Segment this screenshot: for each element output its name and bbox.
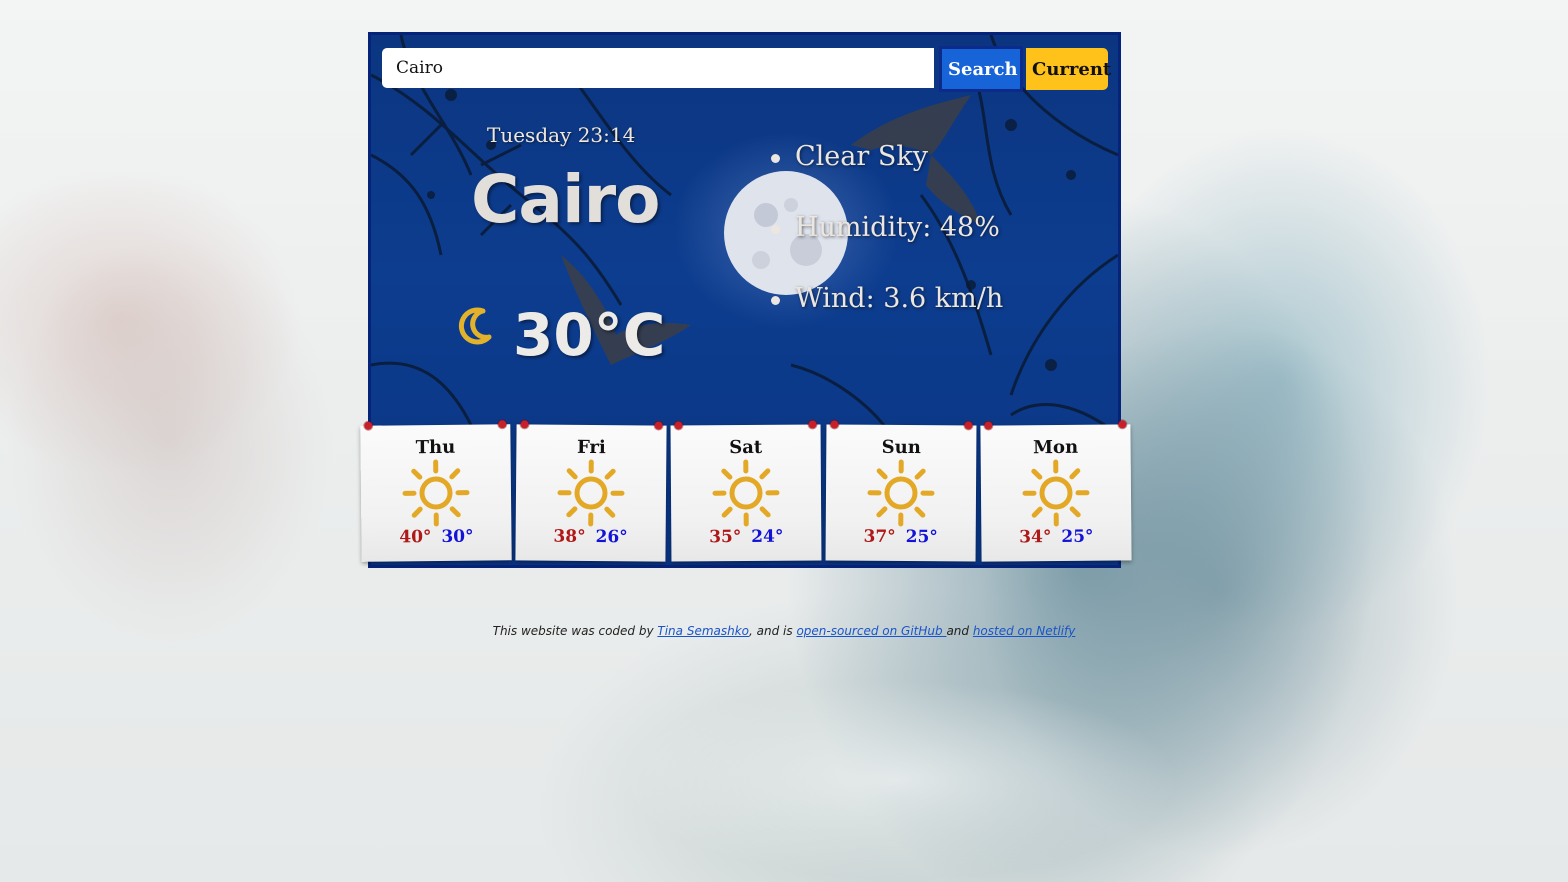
forecast-temps: 35° 24° [671,526,821,548]
forecast-day-card: Mon 34° 25° [980,420,1132,562]
pin-icon [364,421,373,430]
pin-icon [498,420,507,429]
github-link[interactable]: open-sourced on GitHub [796,624,946,638]
wind-speed: Wind: 3.6 km/h [769,279,1003,350]
forecast-day-name: Mon [1032,436,1079,459]
footer: This website was coded by Tina Semashko,… [0,624,1568,638]
forecast-min-temp: 30° [441,526,474,547]
forecast-day-name: Thu [415,436,456,459]
forecast-max-temp: 37° [863,526,896,547]
sun-icon [557,459,625,527]
pin-icon [830,420,839,429]
forecast-min-temp: 25° [1061,526,1094,547]
forecast-max-temp: 38° [553,526,586,547]
city-name: Cairo [471,161,660,238]
weather-details-list: Clear Sky Humidity: 48% Wind: 3.6 km/h [769,137,1003,350]
forecast-day-card: Thu 40° 30° [360,420,512,562]
pin-icon [674,421,683,430]
forecast-day-card: Sun 37° 25° [825,420,977,562]
pin-icon [520,420,529,429]
humidity: Humidity: 48% [769,208,1003,279]
date-time: Tuesday 23:14 [487,123,636,147]
moon-icon [458,307,492,345]
forecast-day-card: Fri 38° 26° [515,420,667,562]
forecast-max-temp: 35° [709,527,742,548]
sun-icon [1022,459,1090,527]
forecast-temps: 40° 30° [361,526,511,548]
current-location-button[interactable]: Current [1026,48,1111,90]
pin-icon [1118,420,1127,429]
forecast-max-temp: 40° [399,527,432,548]
pin-icon [964,421,973,430]
pin-icon [808,420,817,429]
sun-icon [402,459,470,527]
pin-icon [654,421,663,430]
search-button[interactable]: Search [939,46,1023,92]
forecast-day-name: Sat [729,436,763,459]
forecast-min-temp: 26° [595,527,628,548]
author-link[interactable]: Tina Semashko [657,624,749,638]
forecast-min-temp: 25° [905,527,938,548]
forecast-max-temp: 34° [1019,527,1052,548]
footer-text: , and is [749,624,797,638]
weather-description: Clear Sky [769,137,1003,208]
city-search-input[interactable] [382,48,934,88]
forecast-day-name: Fri [576,436,606,459]
netlify-link[interactable]: hosted on Netlify [973,624,1076,638]
forecast-min-temp: 24° [751,526,784,547]
forecast-day-name: Sun [881,436,921,459]
pin-icon [984,421,993,430]
footer-text: and [946,624,973,638]
forecast-row: Thu 40° 30° Fri 38° 26° Sat 35° 24° Sun … [360,420,1136,565]
forecast-temps: 38° 26° [516,526,666,548]
forecast-day-card: Sat 35° 24° [670,420,822,562]
search-form: Search Current [382,46,1111,92]
background-mist [620,680,1180,880]
forecast-temps: 34° 25° [981,526,1131,548]
current-temperature: 30°C [513,301,666,369]
sun-icon [867,459,935,527]
sun-icon [712,459,780,527]
background-mist [0,230,340,650]
weather-app: Search Current Tuesday 23:14 Cairo 30°C … [360,32,1132,568]
footer-text: This website was coded by [492,624,658,638]
forecast-temps: 37° 25° [826,526,976,548]
